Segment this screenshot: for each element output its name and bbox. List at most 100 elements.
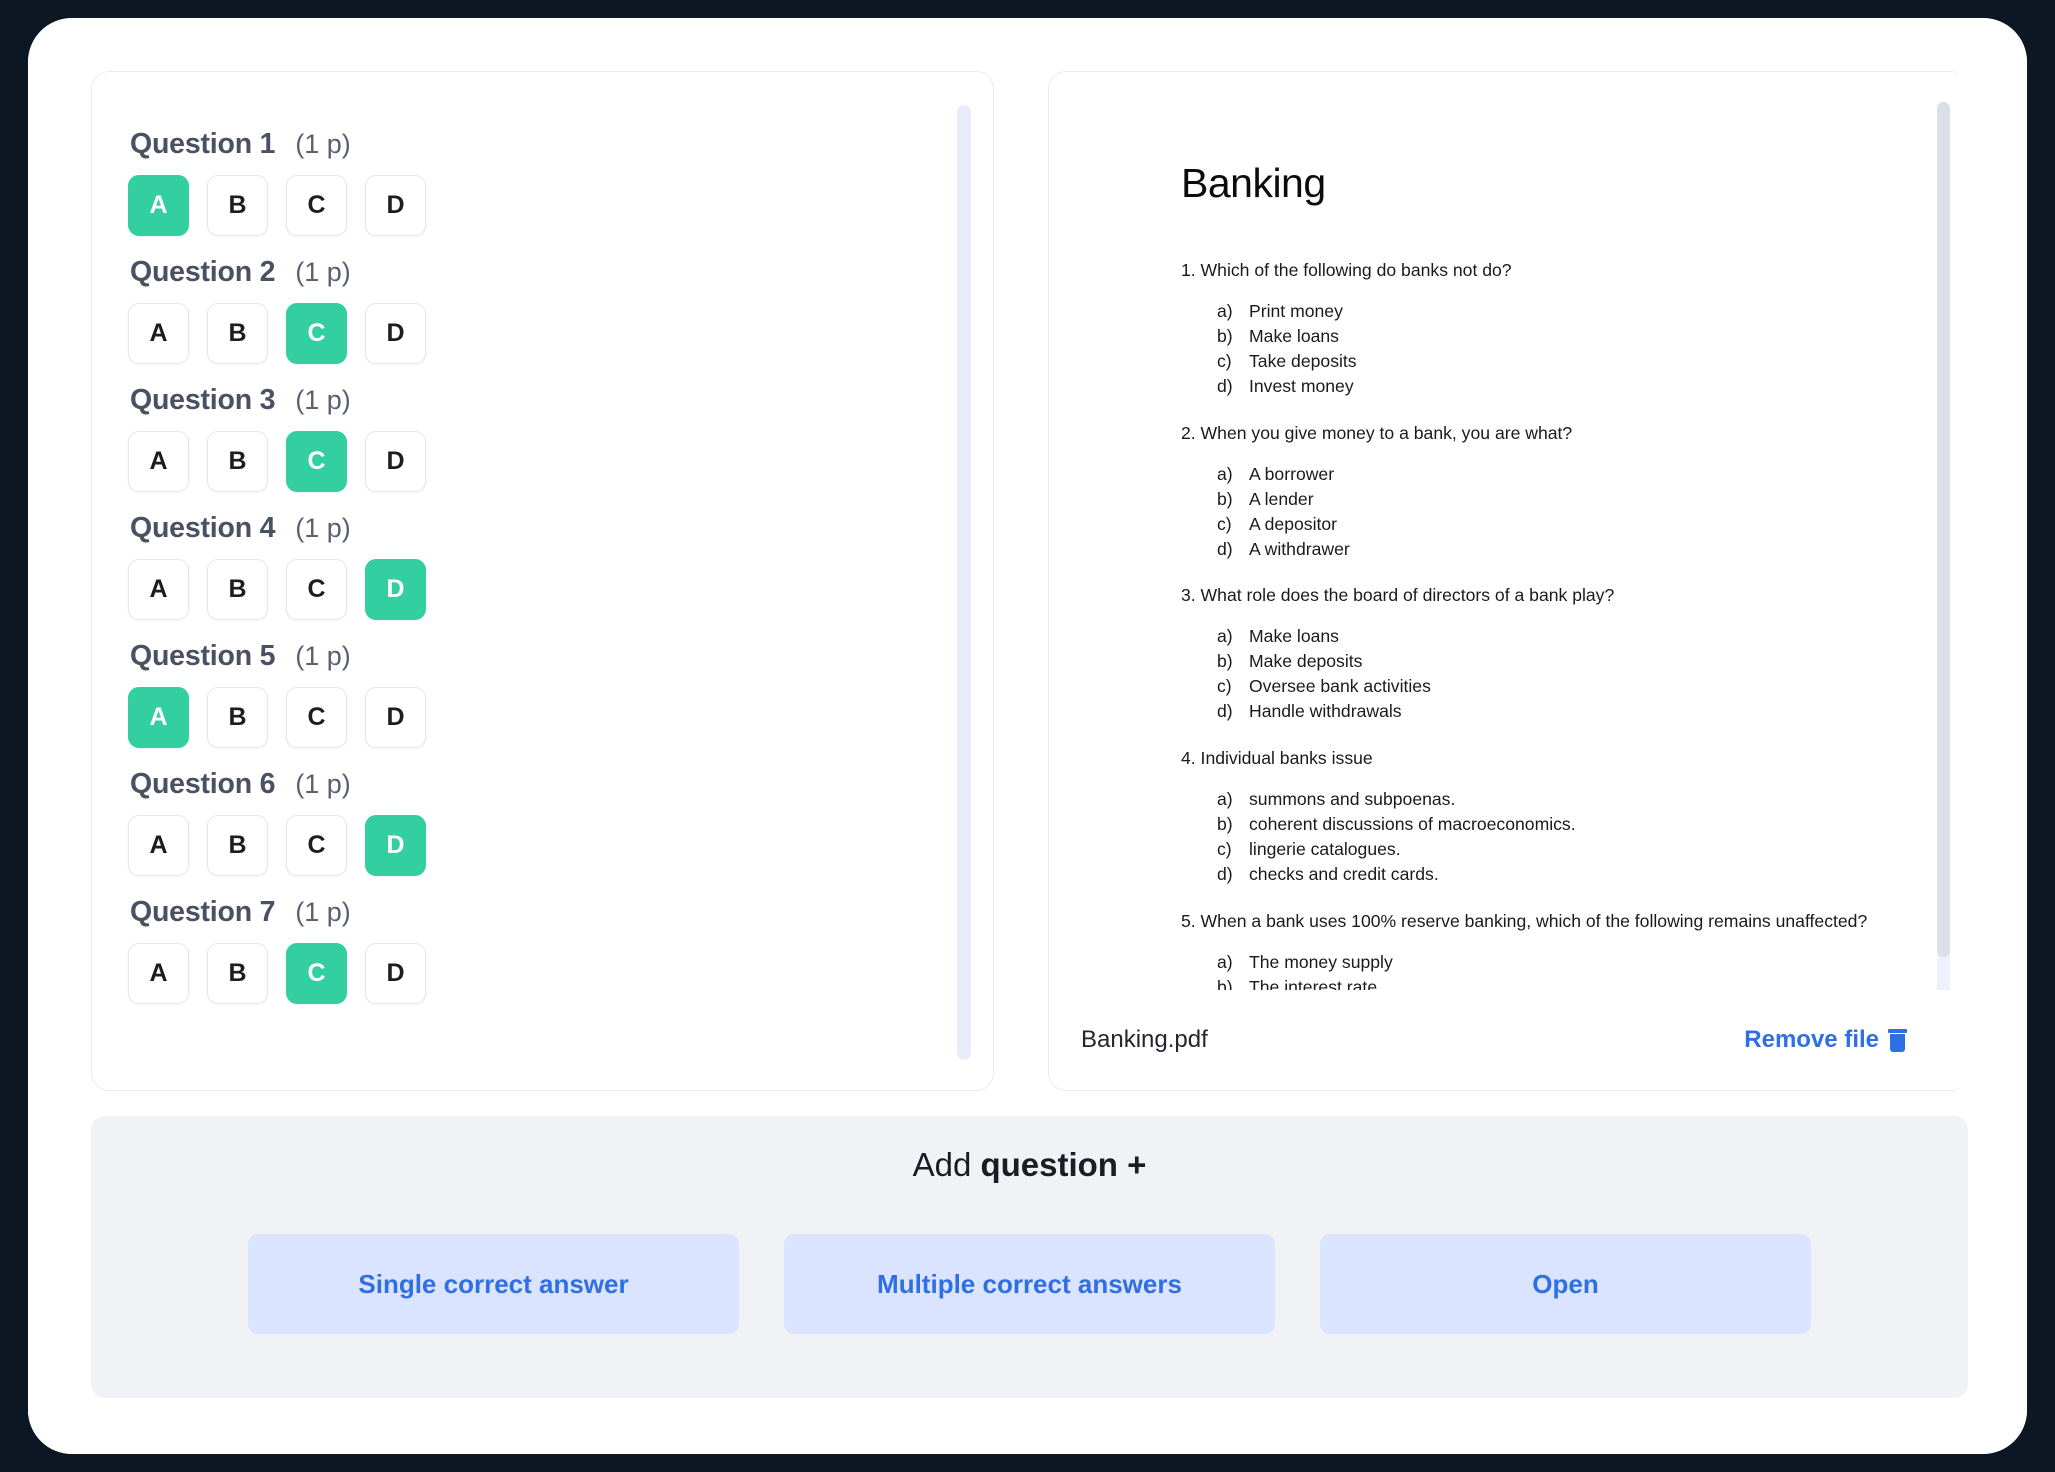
cards-row: Question 1 (1 p) A B C D Question 2 (1 p) A B C D Qu… (91, 71, 1969, 1091)
pdf-option-marker: a) (1217, 789, 1233, 810)
question-points: (1 p) (295, 513, 351, 543)
remove-file-label: Remove file (1744, 1026, 1879, 1053)
pdf-option: a) summons and subpoenas. (1181, 787, 1899, 812)
question-label: Question 1 (130, 128, 276, 160)
answer-option-d[interactable]: D (365, 687, 426, 748)
answer-option-c[interactable]: C (286, 175, 347, 236)
pdf-footer: Banking.pdf Remove file (1049, 990, 1969, 1090)
add-question-type-button[interactable]: Open (1320, 1234, 1811, 1334)
answer-option-a[interactable]: A (128, 175, 189, 236)
question-block: Question 6 (1 p) A B C D (128, 768, 928, 876)
pdf-option: d) A withdrawer (1181, 537, 1899, 562)
device-frame: Question 1 (1 p) A B C D Question 2 (1 p) A B C D Qu… (0, 0, 2055, 1472)
pdf-option: b) The interest rate (1181, 975, 1899, 990)
add-question-type-button[interactable]: Multiple correct answers (784, 1234, 1275, 1334)
answer-option-d[interactable]: D (365, 431, 426, 492)
answer-option-b[interactable]: B (207, 431, 268, 492)
question-label: Question 3 (130, 384, 276, 416)
pdf-option-text: Print money (1249, 300, 1343, 321)
answer-option-c[interactable]: C (286, 559, 347, 620)
question-points: (1 p) (295, 641, 351, 671)
add-title-prefix: Add (912, 1146, 972, 1183)
pdf-scrollbar-thumb[interactable] (1937, 102, 1950, 957)
questions-scrollbar[interactable] (957, 105, 971, 1060)
pdf-option-text: checks and credit cards. (1249, 863, 1439, 884)
answer-option-a[interactable]: A (128, 815, 189, 876)
pdf-option: d) Handle withdrawals (1181, 699, 1899, 724)
question-header: Question 6 (1 p) (128, 768, 928, 801)
answer-options: ABCD (128, 815, 928, 876)
answer-option-d[interactable]: D (365, 175, 426, 236)
pdf-scroll-area[interactable]: Banking 1. Which of the following do ban… (1049, 72, 1969, 990)
answer-options: ABCD (128, 431, 928, 492)
answer-option-a[interactable]: A (128, 431, 189, 492)
questions-card: Question 1 (1 p) A B C D Question 2 (1 p) A B C D Qu… (91, 71, 994, 1091)
answer-option-c[interactable]: C (286, 687, 347, 748)
answer-option-d[interactable]: D (365, 815, 426, 876)
answer-option-b[interactable]: B (207, 175, 268, 236)
pdf-option-marker: d) (1217, 375, 1233, 396)
pdf-option-marker: d) (1217, 863, 1233, 884)
question-block: Question 1 (1 p) A B C D (128, 128, 928, 236)
pdf-option-text: Make loans (1249, 626, 1339, 647)
answer-options: ABCD (128, 943, 928, 1004)
pdf-option-text: Oversee bank activities (1249, 676, 1431, 697)
pdf-option-text: coherent discussions of macroeconomics. (1249, 814, 1576, 835)
answer-option-c[interactable]: C (286, 815, 347, 876)
answer-option-a[interactable]: A (128, 943, 189, 1004)
answer-option-d[interactable]: D (365, 943, 426, 1004)
pdf-option-marker: c) (1217, 350, 1232, 371)
pdf-option-marker: b) (1217, 651, 1233, 672)
answer-option-d[interactable]: D (365, 559, 426, 620)
pdf-question: 5. When a bank uses 100% reserve banking… (1181, 910, 1868, 931)
pdf-option-marker: b) (1217, 814, 1233, 835)
question-points: (1 p) (295, 129, 351, 159)
pdf-option: b) Make loans (1181, 324, 1899, 349)
questions-list: Question 1 (1 p) A B C D Question 2 (1 p) A B C D Qu… (128, 128, 928, 1024)
pdf-option-marker: d) (1217, 701, 1233, 722)
question-label: Question 5 (130, 640, 276, 672)
answer-option-a[interactable]: A (128, 687, 189, 748)
answer-option-d[interactable]: D (365, 303, 426, 364)
add-title-bold: question (980, 1146, 1118, 1183)
pdf-scrollbar-track[interactable] (1937, 102, 1950, 1057)
pdf-option-marker: a) (1217, 951, 1233, 972)
pdf-option-list: a) Make loans b) Make deposits c) Oversee ban… (1181, 624, 1899, 724)
pdf-option-text: Invest money (1249, 375, 1354, 396)
question-header: Question 7 (1 p) (128, 896, 928, 929)
answer-option-b[interactable]: B (207, 687, 268, 748)
question-header: Question 1 (1 p) (128, 128, 928, 161)
pdf-option-marker: b) (1217, 488, 1233, 509)
questions-scroll-area[interactable]: Question 1 (1 p) A B C D Question 2 (1 p) A B C D Qu… (92, 72, 995, 1092)
add-question-panel: Add question + Single correct answer Mult… (91, 1116, 1968, 1398)
answer-option-a[interactable]: A (128, 303, 189, 364)
answer-option-a[interactable]: A (128, 559, 189, 620)
pdf-option: c) lingerie catalogues. (1181, 837, 1899, 862)
question-points: (1 p) (295, 769, 351, 799)
answer-option-c[interactable]: C (286, 431, 347, 492)
answer-option-c[interactable]: C (286, 943, 347, 1004)
answer-option-b[interactable]: B (207, 943, 268, 1004)
pdf-document-title: Banking (1181, 160, 1326, 206)
question-points: (1 p) (295, 257, 351, 287)
remove-file-button[interactable]: Remove file (1744, 1026, 1907, 1054)
question-block: Question 7 (1 p) A B C D (128, 896, 928, 1004)
pdf-option: b) coherent discussions of macroeconomics… (1181, 812, 1899, 837)
trash-icon (1888, 1028, 1907, 1052)
question-header: Question 5 (1 p) (128, 640, 928, 673)
answer-option-b[interactable]: B (207, 559, 268, 620)
question-type-buttons: Single correct answer Multiple correct an… (91, 1234, 1968, 1334)
pdf-option: b) Make deposits (1181, 649, 1899, 674)
pdf-option-marker: c) (1217, 513, 1232, 534)
answer-option-c[interactable]: C (286, 303, 347, 364)
pdf-option-marker: c) (1217, 839, 1232, 859)
answer-option-b[interactable]: B (207, 303, 268, 364)
pdf-option-marker: b) (1217, 325, 1233, 346)
pdf-filename: Banking.pdf (1081, 1026, 1208, 1053)
answer-options: ABCD (128, 175, 928, 236)
answer-option-b[interactable]: B (207, 815, 268, 876)
question-block: Question 5 (1 p) A B C D (128, 640, 928, 748)
question-label: Question 6 (130, 768, 276, 800)
answer-options: ABCD (128, 303, 928, 364)
add-question-type-button[interactable]: Single correct answer (248, 1234, 739, 1334)
